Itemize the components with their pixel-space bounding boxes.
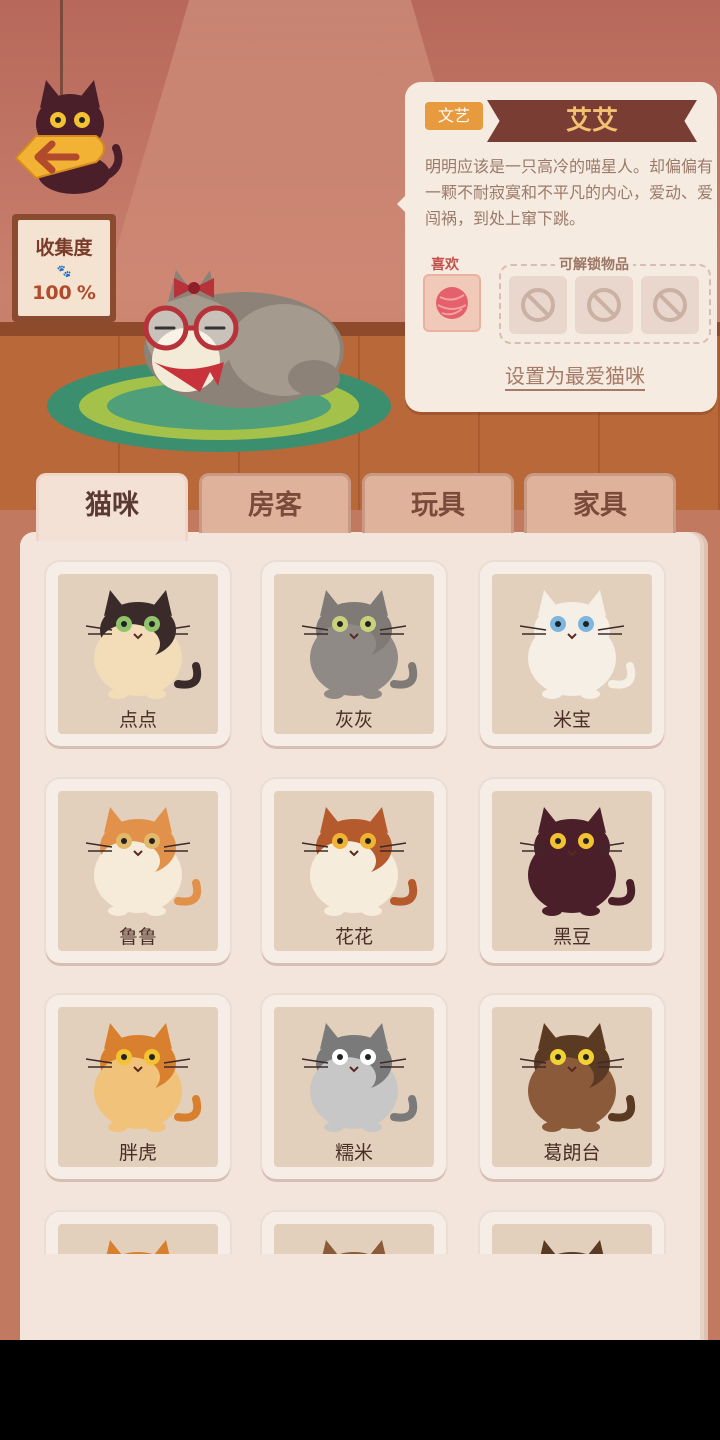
cat-card-name: 点点 (118, 709, 157, 731)
cat-card[interactable] (46, 1212, 230, 1254)
cat-icon (519, 1023, 636, 1132)
cat-icon (301, 1023, 418, 1132)
cat-card[interactable]: 糯米 (262, 995, 446, 1179)
cat-icon (85, 807, 202, 916)
cat-grid: 点点 灰灰 米宝 鲁鲁 花花 黑豆 胖虎 糯米 葛朗台 (0, 0, 720, 1254)
cat-icon (301, 807, 418, 916)
cat-card[interactable] (480, 1212, 664, 1254)
cat-icon (540, 1240, 604, 1254)
cat-card-name: 糯米 (334, 1142, 373, 1164)
cat-card[interactable]: 葛朗台 (480, 995, 664, 1179)
cat-icon (301, 590, 418, 699)
cat-card[interactable]: 鲁鲁 (46, 779, 230, 963)
cat-card-name: 葛朗台 (543, 1142, 601, 1164)
cat-card-name: 米宝 (552, 709, 591, 731)
cat-card[interactable]: 花花 (262, 779, 446, 963)
cat-icon (322, 1240, 386, 1254)
cat-icon (106, 1240, 170, 1254)
cat-card[interactable] (262, 1212, 446, 1254)
cat-card[interactable]: 黑豆 (480, 779, 664, 963)
cat-card[interactable]: 点点 (46, 562, 230, 746)
cat-icon (519, 807, 636, 916)
screen-bottom-bar (0, 1340, 720, 1440)
cat-card-name: 花花 (334, 926, 373, 948)
cat-card[interactable]: 灰灰 (262, 562, 446, 746)
cat-card-name: 黑豆 (552, 926, 591, 948)
cat-card-name: 灰灰 (334, 709, 373, 731)
cat-icon (85, 590, 202, 699)
cat-card[interactable]: 米宝 (480, 562, 664, 746)
cat-card-name: 胖虎 (118, 1142, 157, 1164)
cat-card[interactable]: 胖虎 (46, 995, 230, 1179)
cat-icon (85, 1023, 202, 1132)
cat-card-name: 鲁鲁 (118, 926, 157, 948)
cat-icon (519, 590, 636, 699)
